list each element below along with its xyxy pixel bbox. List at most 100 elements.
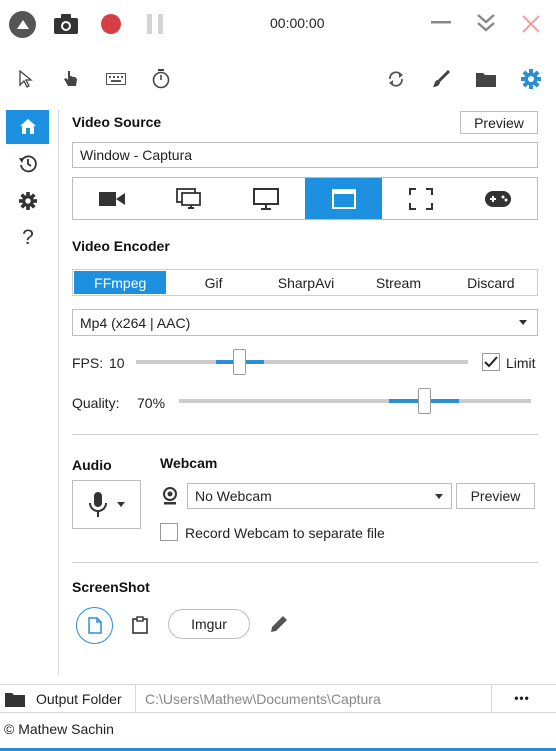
- window-icon: [331, 188, 356, 209]
- quality-slider-thumb[interactable]: [418, 388, 431, 414]
- settings-button[interactable]: [519, 68, 543, 90]
- nav-item-help[interactable]: ?: [16, 226, 40, 250]
- limit-checkbox[interactable]: [482, 353, 500, 371]
- camera-icon: [54, 14, 78, 34]
- copyright-text: © Mathew Sachin: [4, 721, 114, 737]
- compact-button[interactable]: [474, 11, 498, 35]
- encoder-tab-discard[interactable]: Discard: [445, 270, 537, 295]
- fps-slider-thumb[interactable]: [233, 349, 246, 375]
- fps-value: 10: [109, 355, 125, 371]
- elapsed-timer: 00:00:00: [270, 15, 325, 31]
- keyboard-icon: [106, 73, 126, 85]
- audio-heading: Audio: [72, 457, 112, 473]
- encoder-tab-sharpavi[interactable]: SharpAvi: [260, 270, 352, 295]
- chevron-down-icon: [435, 493, 443, 499]
- brush-icon: [432, 70, 450, 88]
- video-source-preview-button[interactable]: Preview: [460, 111, 538, 134]
- record-button[interactable]: [100, 13, 122, 35]
- output-folder-label: Output Folder: [36, 691, 122, 707]
- limit-label: Limit: [506, 355, 536, 371]
- encoder-tab-stream[interactable]: Stream: [352, 270, 444, 295]
- output-divider: [491, 685, 492, 712]
- webcam-icon-slot: [160, 485, 180, 507]
- open-output-folder-button[interactable]: [474, 68, 498, 90]
- gear-icon: [19, 192, 37, 210]
- file-icon: [87, 617, 102, 634]
- webcam-icon: [162, 487, 178, 505]
- history-icon: [18, 154, 38, 174]
- keystrokes-toggle[interactable]: [105, 71, 127, 87]
- codec-selected-label: Mp4 (x264 | AAC): [80, 314, 191, 331]
- webcam-selected-label: No Webcam: [195, 488, 272, 504]
- clipboard-icon: [132, 616, 148, 634]
- folder-icon: [476, 71, 496, 87]
- triangle-up-icon: [16, 20, 29, 29]
- home-icon: [19, 118, 37, 136]
- collapse-button[interactable]: [9, 11, 36, 38]
- click-hand-icon: [63, 70, 79, 88]
- source-tab-game[interactable]: [460, 178, 537, 219]
- output-divider: [135, 685, 136, 712]
- nav-item-home[interactable]: [6, 110, 49, 144]
- audio-source-button[interactable]: [72, 480, 141, 529]
- refresh-button[interactable]: [385, 68, 407, 90]
- camera-icon: [98, 191, 125, 207]
- pencil-icon: [270, 615, 288, 633]
- quality-slider-track[interactable]: [179, 399, 531, 403]
- section-divider: [72, 434, 538, 435]
- multi-screen-icon: [176, 187, 202, 210]
- browse-output-button[interactable]: •••: [500, 688, 544, 708]
- source-tab-multi-screen[interactable]: [150, 178, 227, 219]
- webcam-preview-button[interactable]: Preview: [456, 483, 535, 509]
- settings-icon: [521, 69, 541, 89]
- encoder-tab-ffmpeg[interactable]: FFmpeg: [74, 271, 167, 294]
- encoder-tab-gif[interactable]: Gif: [167, 270, 259, 295]
- screenshot-to-file-button[interactable]: [76, 607, 113, 644]
- encoder-tabs: FFmpeg Gif SharpAvi Stream Discard: [72, 269, 538, 296]
- source-tab-webcam[interactable]: [73, 178, 150, 219]
- checkmark-icon: [484, 356, 498, 368]
- fps-label: FPS:: [72, 355, 104, 371]
- minimize-button[interactable]: [430, 12, 452, 34]
- nav-divider: [58, 110, 59, 675]
- nav-item-history[interactable]: [16, 153, 40, 175]
- webcam-dropdown[interactable]: No Webcam: [187, 483, 452, 509]
- nav-item-settings[interactable]: [16, 190, 40, 212]
- record-icon: [101, 14, 121, 34]
- cursor-toggle[interactable]: [16, 69, 36, 89]
- refresh-icon: [387, 70, 405, 88]
- overlays-button[interactable]: [430, 68, 452, 90]
- minimize-icon: [431, 21, 451, 25]
- video-source-tabs: [72, 177, 538, 220]
- close-button[interactable]: [519, 12, 543, 36]
- separate-file-label: Record Webcam to separate file: [185, 525, 385, 541]
- webcam-heading: Webcam: [160, 455, 218, 471]
- video-encoder-heading: Video Encoder: [72, 238, 170, 254]
- screenshot-to-clipboard-button[interactable]: [126, 611, 154, 639]
- microphone-icon: [88, 491, 107, 518]
- output-path-field[interactable]: C:\Users\Mathew\Documents\Captura: [145, 691, 381, 707]
- screenshot-heading: ScreenShot: [72, 579, 150, 595]
- folder-icon: [5, 691, 25, 707]
- monitor-icon: [253, 187, 280, 210]
- timer-toggle[interactable]: [150, 69, 172, 89]
- gamepad-icon: [485, 190, 512, 207]
- quality-value: 70%: [137, 395, 166, 411]
- clicks-toggle[interactable]: [61, 69, 81, 89]
- source-tab-window[interactable]: [304, 178, 383, 219]
- source-tab-region[interactable]: [382, 178, 459, 219]
- region-icon: [408, 187, 433, 210]
- separate-file-checkbox[interactable]: [160, 523, 178, 541]
- double-chevron-down-icon: [476, 13, 496, 33]
- cursor-icon: [19, 70, 33, 88]
- video-source-field[interactable]: Window - Captura: [72, 142, 538, 168]
- fps-slider-track[interactable]: [136, 360, 468, 364]
- screenshot-button[interactable]: [53, 12, 79, 36]
- codec-dropdown[interactable]: Mp4 (x264 | AAC): [72, 309, 538, 336]
- chevron-down-icon: [116, 502, 125, 507]
- pause-button[interactable]: [145, 13, 165, 35]
- source-tab-screen[interactable]: [228, 178, 305, 219]
- section-divider: [72, 562, 538, 563]
- screenshot-editor-button[interactable]: [266, 611, 292, 637]
- imgur-button[interactable]: Imgur: [168, 609, 250, 639]
